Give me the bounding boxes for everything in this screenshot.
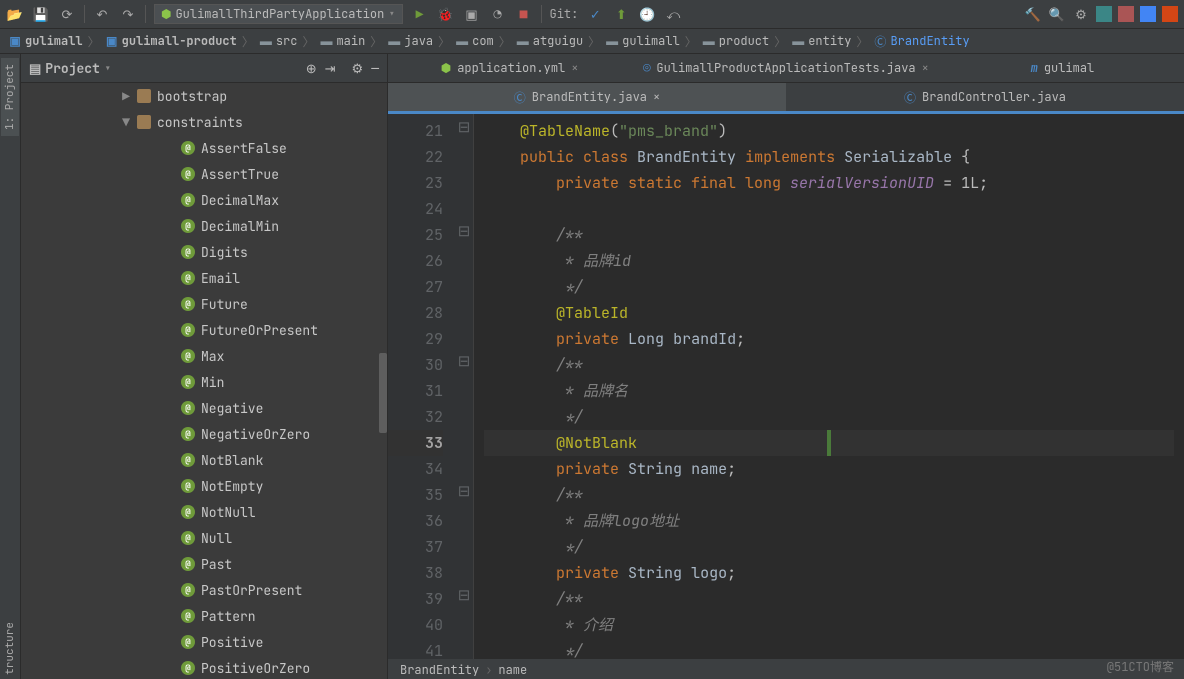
search-icon[interactable]: 🔍 [1048, 5, 1066, 23]
tree-positiveorzero[interactable]: @PositiveOrZero [21, 655, 387, 679]
settings-icon[interactable]: ⚙ [1072, 5, 1090, 23]
tab-BrandController.java[interactable]: ⒸBrandController.java [786, 83, 1184, 111]
editor-area: ⬢application.yml×◎GulimallProductApplica… [388, 54, 1184, 679]
change-marker [827, 430, 831, 456]
project-header: ▤ Project ▾ ⊕ ⇥ ⚙ — [21, 54, 387, 83]
breadcrumb-com[interactable]: ▬com [453, 33, 496, 49]
watermark: @51CTO博客 [1107, 658, 1174, 675]
tree-notnull[interactable]: @NotNull [21, 499, 387, 525]
main-toolbar: 📂 💾 ⟳ ↶ ↷ ⬢ GulimallThirdPartyApplicatio… [0, 0, 1184, 29]
breadcrumb-java[interactable]: ▬java [385, 33, 435, 49]
breadcrumb-atguigu[interactable]: ▬atguigu [514, 33, 585, 49]
editor-tabs-top: ⬢application.yml×◎GulimallProductApplica… [388, 54, 1184, 83]
tab-BrandEntity.java[interactable]: ⒸBrandEntity.java× [388, 83, 786, 111]
tree-notblank[interactable]: @NotBlank [21, 447, 387, 473]
breadcrumb-main[interactable]: ▬main [317, 33, 367, 49]
git-label: Git: [550, 6, 579, 22]
tab-gulimal[interactable]: mgulimal [941, 54, 1184, 82]
coverage-icon[interactable]: ▣ [463, 5, 481, 23]
project-title: Project [45, 60, 100, 77]
tree-future[interactable]: @Future [21, 291, 387, 317]
tab-GulimallProductApplicationTests.java[interactable]: ◎GulimallProductApplicationTests.java× [631, 54, 941, 82]
undo-icon[interactable]: ↶ [93, 5, 111, 23]
translate-icon[interactable] [1140, 6, 1156, 22]
tree-decimalmax[interactable]: @DecimalMax [21, 187, 387, 213]
breadcrumb-src[interactable]: ▬src [257, 33, 300, 49]
plugin2-icon[interactable] [1118, 6, 1134, 22]
tree-past[interactable]: @Past [21, 551, 387, 577]
plugin3-icon[interactable] [1162, 6, 1178, 22]
stop-icon[interactable]: ■ [515, 5, 533, 23]
collapse-icon[interactable]: ⇥ [325, 60, 336, 77]
tree-positive[interactable]: @Positive [21, 629, 387, 655]
tree-negative[interactable]: @Negative [21, 395, 387, 421]
close-icon[interactable]: × [653, 89, 660, 105]
tree-notempty[interactable]: @NotEmpty [21, 473, 387, 499]
project-panel: ▤ Project ▾ ⊕ ⇥ ⚙ — ▶bootstrap▼constrain… [21, 54, 388, 679]
chevron-down-icon[interactable]: ▾ [104, 60, 112, 77]
rail-project[interactable]: 1: Project [1, 58, 19, 136]
left-rail: 1: Project tructure [0, 54, 21, 679]
project-tree[interactable]: ▶bootstrap▼constraints@AssertFalse@Asser… [21, 83, 387, 679]
breadcrumb-product[interactable]: ▬product [700, 33, 771, 49]
gutter-markers: ⊟⊟⊟⊟⊟ [455, 114, 474, 659]
tree-bootstrap[interactable]: ▶bootstrap [21, 83, 387, 109]
redo-icon[interactable]: ↷ [119, 5, 137, 23]
git-commit-icon[interactable]: ⬆ [612, 5, 630, 23]
plugin1-icon[interactable] [1096, 6, 1112, 22]
breadcrumb-gulimall[interactable]: ▬gulimall [603, 33, 682, 49]
select-opened-icon[interactable]: ⊕ [306, 60, 317, 77]
save-icon[interactable]: 💾 [32, 5, 50, 23]
refresh-icon[interactable]: ⟳ [58, 5, 76, 23]
close-icon[interactable]: × [922, 60, 929, 76]
tree-negativeorzero[interactable]: @NegativeOrZero [21, 421, 387, 447]
tree-min[interactable]: @Min [21, 369, 387, 395]
breadcrumb-BrandEntity[interactable]: ⒸBrandEntity [871, 33, 971, 49]
run-icon[interactable]: ▶ [411, 5, 429, 23]
breadcrumb-gulimall-product[interactable]: ▣gulimall-product [103, 33, 239, 49]
tree-scrollbar[interactable] [379, 353, 387, 433]
git-rollback-icon[interactable]: ⤺ [664, 5, 682, 23]
tree-pastorpresent[interactable]: @PastOrPresent [21, 577, 387, 603]
git-update-icon[interactable]: ✓ [586, 5, 604, 23]
debug-icon[interactable]: 🐞 [437, 5, 455, 23]
rail-structure[interactable]: tructure [1, 616, 19, 679]
run-config-combo[interactable]: ⬢ GulimallThirdPartyApplication ▾ [154, 4, 403, 24]
git-history-icon[interactable]: 🕘 [638, 5, 656, 23]
tree-pattern[interactable]: @Pattern [21, 603, 387, 629]
breadcrumb-entity[interactable]: ▬entity [789, 33, 853, 49]
tree-futureorpresent[interactable]: @FutureOrPresent [21, 317, 387, 343]
breadcrumb-gulimall[interactable]: ▣gulimall [6, 33, 85, 49]
crumb-member[interactable]: name [498, 662, 527, 678]
hide-icon[interactable]: — [371, 60, 379, 77]
tree-null[interactable]: @Null [21, 525, 387, 551]
tree-max[interactable]: @Max [21, 343, 387, 369]
crumb-class[interactable]: BrandEntity [400, 662, 479, 678]
tree-assertfalse[interactable]: @AssertFalse [21, 135, 387, 161]
close-icon[interactable]: × [571, 60, 578, 76]
gear-icon[interactable]: ⚙ [352, 60, 364, 77]
run-config-label: GulimallThirdPartyApplication [175, 6, 384, 22]
tree-constraints[interactable]: ▼constraints [21, 109, 387, 135]
code-content[interactable]: @TableName("pms_brand") public class Bra… [474, 114, 1184, 659]
build-icon[interactable]: 🔨 [1024, 5, 1042, 23]
tree-decimalmin[interactable]: @DecimalMin [21, 213, 387, 239]
tab-application.yml[interactable]: ⬢application.yml× [388, 54, 631, 82]
tree-asserttrue[interactable]: @AssertTrue [21, 161, 387, 187]
line-gutter: 2122232425262728293031323334353637383940… [388, 114, 455, 659]
nav-breadcrumb: ▣gulimall〉▣gulimall-product〉▬src〉▬main〉▬… [0, 29, 1184, 54]
profiler-icon[interactable]: ◔ [489, 5, 507, 23]
code-editor[interactable]: 2122232425262728293031323334353637383940… [388, 114, 1184, 659]
editor-crumb: BrandEntity › name [388, 659, 1184, 679]
open-icon[interactable]: 📂 [6, 5, 24, 23]
tree-email[interactable]: @Email [21, 265, 387, 291]
editor-tabs-bottom: ⒸBrandEntity.java×ⒸBrandController.java [388, 83, 1184, 114]
project-icon: ▤ [29, 60, 41, 77]
tree-digits[interactable]: @Digits [21, 239, 387, 265]
